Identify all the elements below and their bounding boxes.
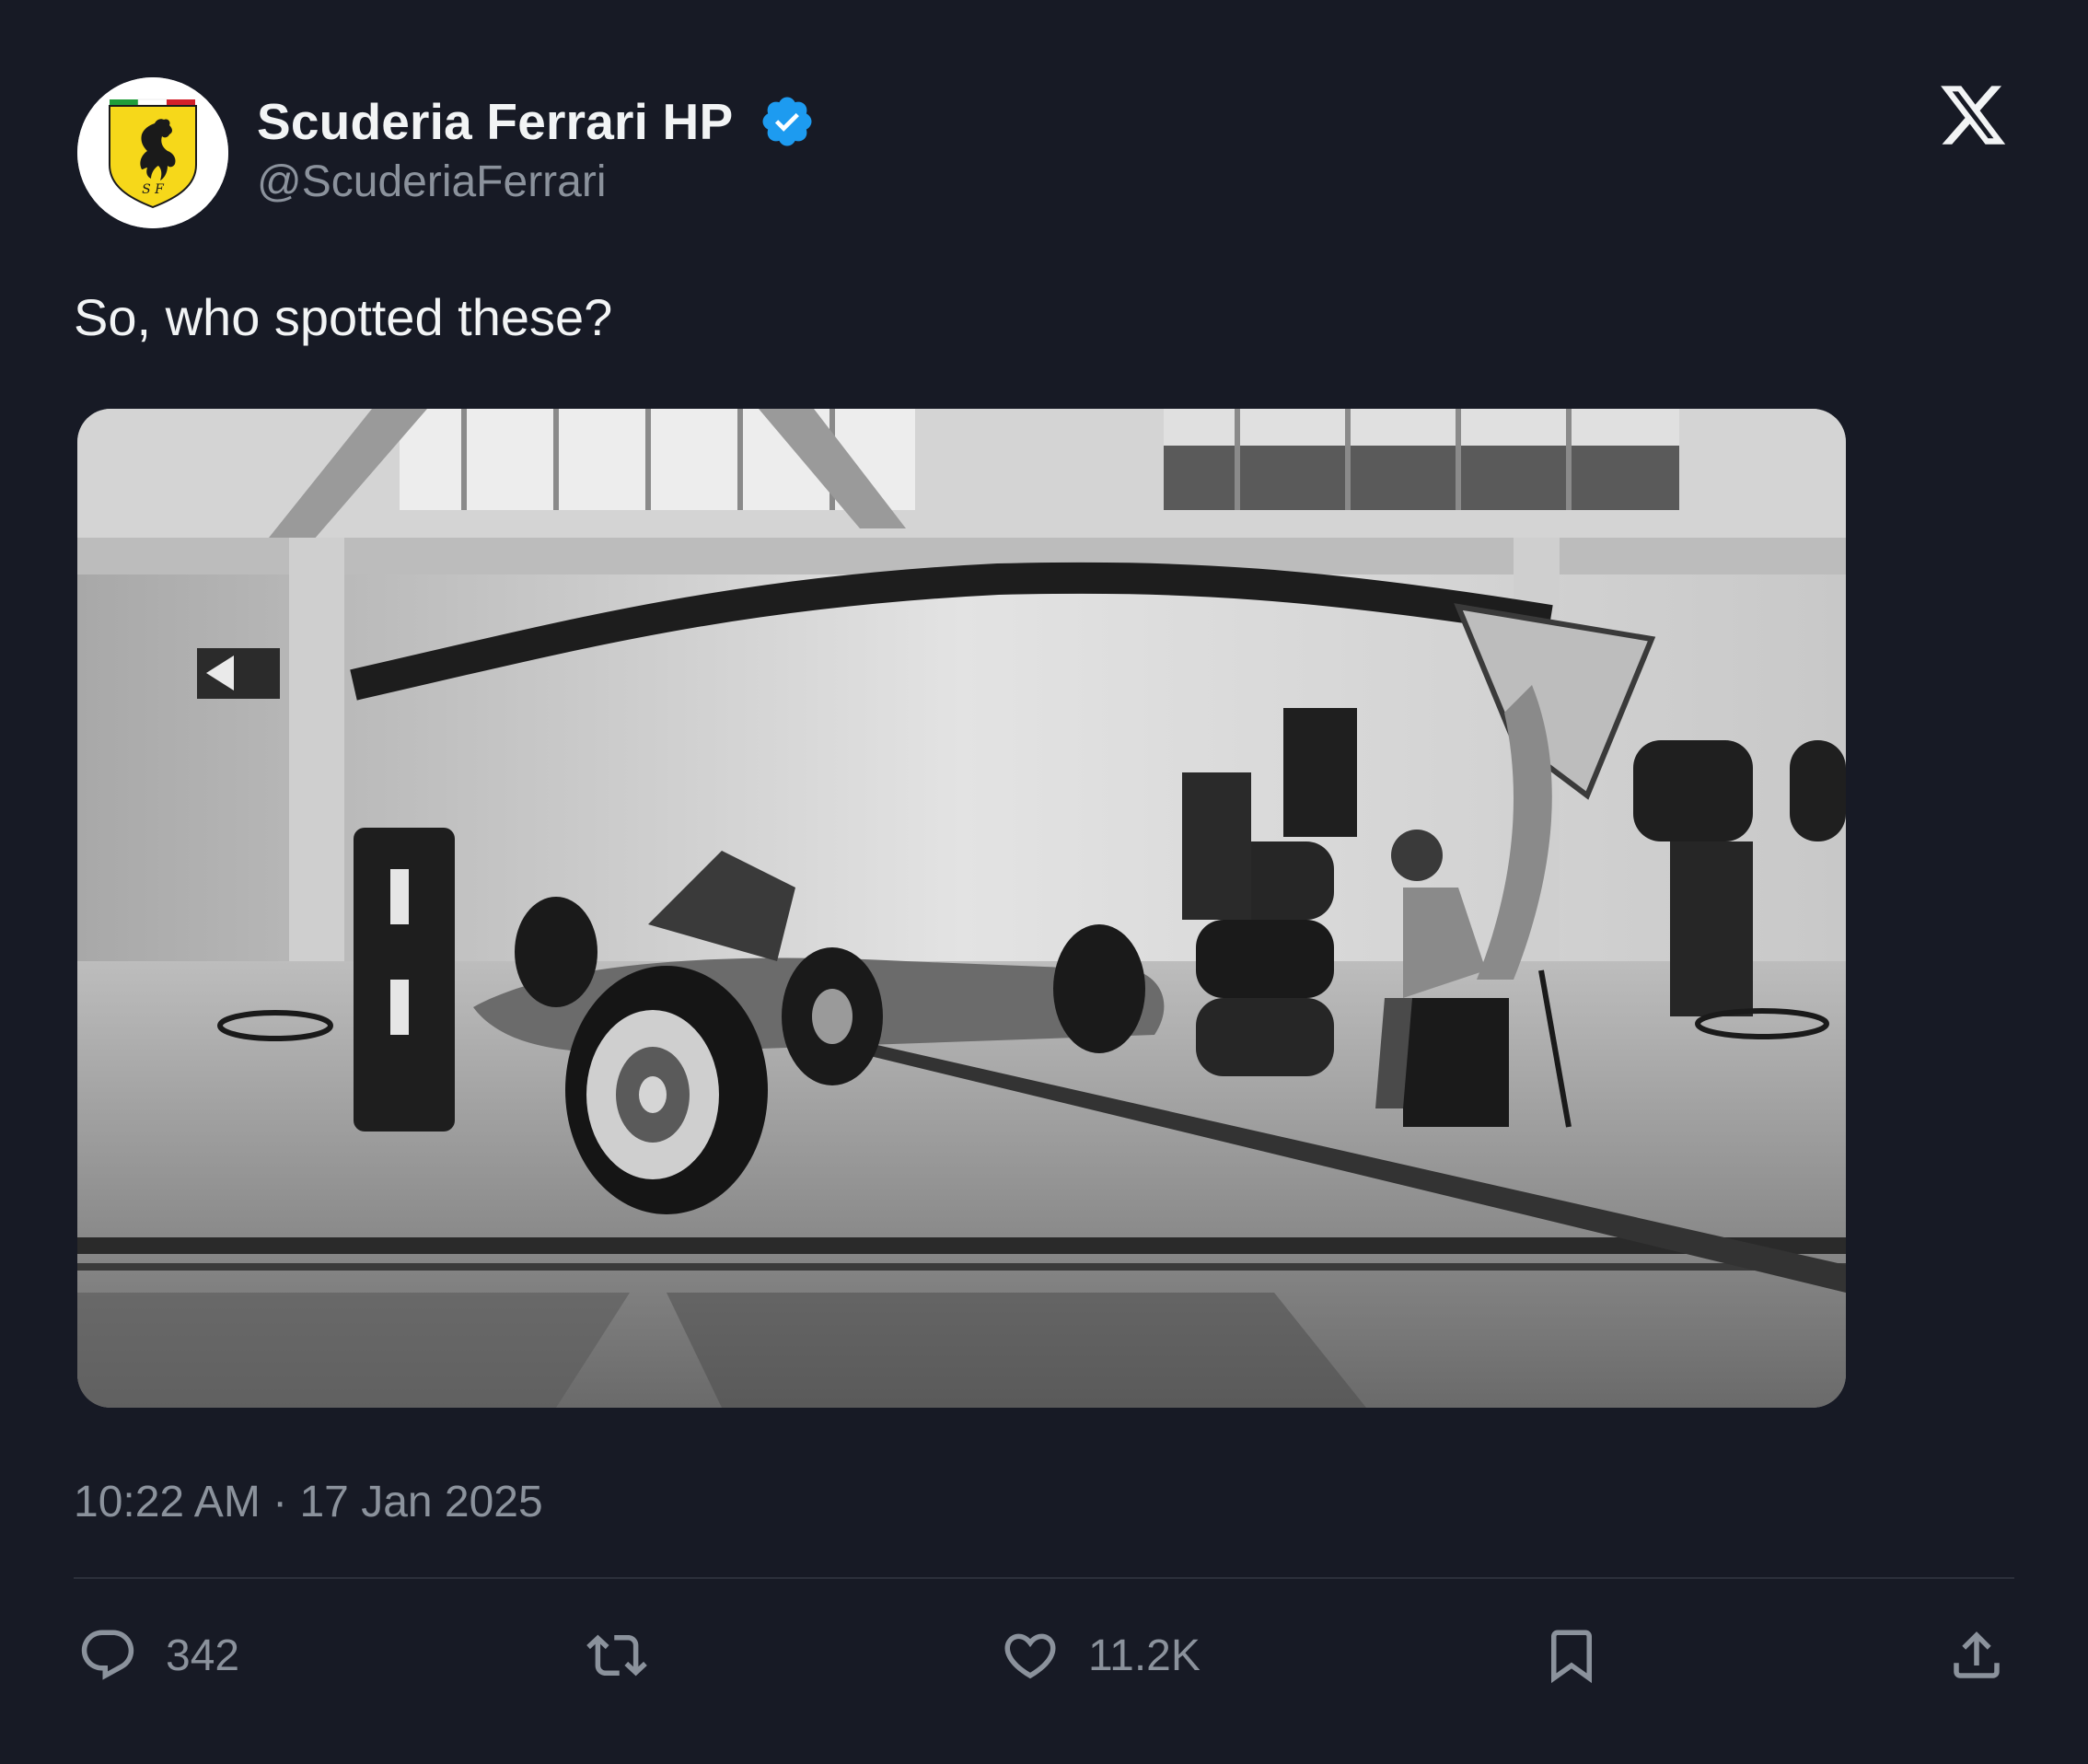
bookmark-button[interactable] xyxy=(1541,1622,1602,1689)
heart-icon xyxy=(1004,1633,1056,1679)
reply-button[interactable]: 342 xyxy=(77,1622,239,1689)
tweet-card: S F Scuderia Ferrari HP @ScuderiaFerrari… xyxy=(0,0,2088,1764)
tweet-photo[interactable] xyxy=(77,409,1846,1408)
reply-count: 342 xyxy=(166,1631,240,1680)
share-button[interactable] xyxy=(1946,1622,2007,1689)
retweet-icon xyxy=(586,1634,647,1677)
ferrari-shield-logo-icon: S F xyxy=(77,77,228,228)
like-count: 11.2K xyxy=(1088,1631,1201,1680)
avatar[interactable]: S F xyxy=(77,77,228,228)
reply-bubble-icon xyxy=(81,1630,134,1680)
divider xyxy=(74,1577,2014,1579)
tweet-timestamp[interactable]: 10:22 AM · 17 Jan 2025 xyxy=(74,1477,543,1527)
share-upload-icon xyxy=(1954,1631,2000,1678)
author-name-row: Scuderia Ferrari HP xyxy=(257,90,816,153)
logo-text: S F xyxy=(142,182,165,197)
display-name[interactable]: Scuderia Ferrari HP xyxy=(257,92,733,151)
retweet-button[interactable] xyxy=(586,1622,675,1689)
like-button[interactable]: 11.2K xyxy=(1000,1622,1201,1689)
verified-badge-icon xyxy=(759,93,816,150)
photo-black-and-white-garage xyxy=(77,409,1846,1408)
tweet-text: So, who spotted these? xyxy=(74,288,613,346)
author-handle[interactable]: @ScuderiaFerrari xyxy=(257,157,607,207)
bookmark-icon xyxy=(1551,1630,1592,1684)
x-logo-icon[interactable] xyxy=(1937,79,2009,151)
